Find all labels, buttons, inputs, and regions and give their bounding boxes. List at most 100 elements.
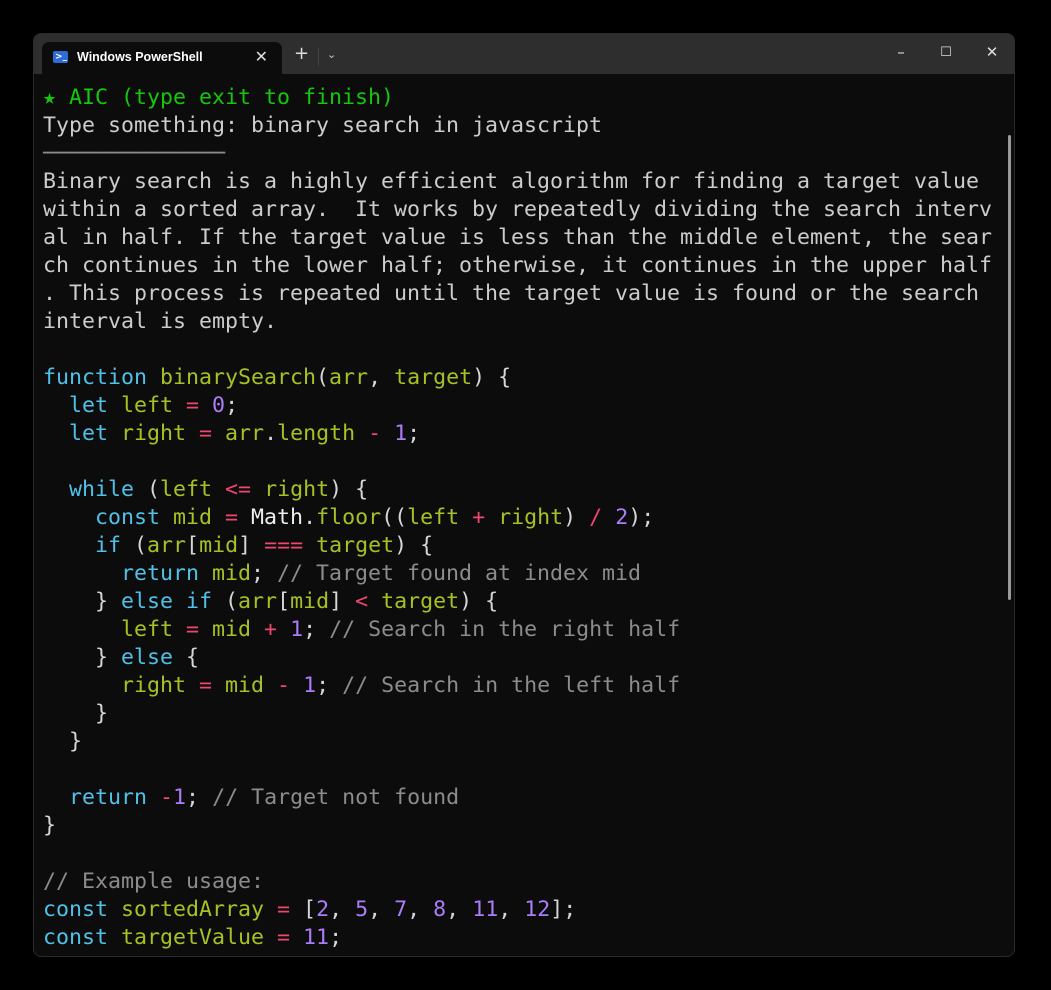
code-token: right — [264, 477, 330, 502]
tab-windows-powershell[interactable]: >_ Windows PowerShell ✕ — [42, 42, 282, 74]
code-token: } — [43, 645, 122, 670]
terminal-line: if (arr[mid] === target) { — [43, 532, 992, 560]
code-token: 2 — [316, 897, 330, 922]
code-token: mid — [225, 673, 278, 698]
code-token: ; — [303, 617, 330, 642]
code-token: 1 — [173, 785, 187, 810]
code-token: right — [121, 421, 200, 446]
code-token: mid — [290, 589, 330, 614]
code-token: target — [316, 533, 395, 558]
code-token: ( — [134, 533, 148, 558]
code-token: mid — [173, 505, 226, 530]
code-token: sortedArray — [121, 897, 278, 922]
code-token: ; — [329, 925, 343, 950]
code-token: , — [368, 897, 395, 922]
code-token: = — [199, 673, 226, 698]
code-token: ( — [225, 589, 239, 614]
code-token: } — [43, 729, 83, 754]
minimize-button[interactable]: – — [886, 43, 916, 61]
code-token: 12 — [524, 897, 551, 922]
terminal-line: return -1; // Target not found — [43, 784, 992, 812]
close-button[interactable]: ✕ — [977, 43, 1007, 61]
code-token: Math — [251, 505, 304, 530]
code-token: + — [472, 505, 499, 530]
code-token: ( — [147, 477, 161, 502]
code-token: Binary search is a highly efficient algo… — [43, 169, 980, 194]
code-token: } — [43, 589, 122, 614]
code-token: ( — [316, 365, 330, 390]
code-token: (( — [381, 505, 408, 530]
terminal-output[interactable]: ★ AIC (type exit to finish) Type somethin… — [43, 84, 992, 952]
code-token: ]; — [550, 897, 577, 922]
code-token: ; — [316, 673, 343, 698]
terminal-line: function binarySearch(arr, target) { — [43, 364, 992, 392]
terminal-line: ch continues in the lower half; otherwis… — [43, 252, 992, 280]
scrollbar[interactable] — [1008, 135, 1011, 600]
terminal-line: const sortedArray = [2, 5, 7, 8, 11, 12]… — [43, 896, 992, 924]
code-token: = — [186, 617, 213, 642]
code-token: 8 — [433, 897, 447, 922]
code-token: left — [407, 505, 473, 530]
code-token: // Target not found — [212, 785, 460, 810]
code-token: ) { — [472, 365, 512, 390]
code-token: , — [368, 365, 395, 390]
terminal-line: const mid = Math.floor((left + right) / … — [43, 504, 992, 532]
code-token: if — [43, 533, 135, 558]
code-token: ; — [251, 561, 278, 586]
code-token: . — [303, 505, 317, 530]
divider — [318, 48, 319, 66]
code-token: ) — [563, 505, 590, 530]
code-token: = — [277, 897, 304, 922]
code-token: Type something: binary search in javascr… — [43, 113, 603, 138]
code-token: else — [121, 645, 187, 670]
code-token: [ — [277, 589, 291, 614]
code-token: 11 — [303, 925, 330, 950]
code-token: ★ AIC (type exit to finish) — [43, 85, 395, 110]
code-token: < — [355, 589, 382, 614]
code-token: - — [368, 421, 395, 446]
code-token: floor — [316, 505, 382, 530]
title-bar: >_ Windows PowerShell ✕ + ⌄ – ☐ ✕ — [34, 34, 1014, 74]
new-tab-button[interactable]: + — [294, 45, 309, 63]
code-token: [ — [186, 533, 200, 558]
code-token: const — [43, 505, 174, 530]
code-token: { — [186, 645, 200, 670]
code-token: let — [43, 421, 122, 446]
code-token: arr — [329, 365, 369, 390]
code-token: ) { — [329, 477, 369, 502]
terminal-line: // Example usage: — [43, 868, 992, 896]
code-token: ch continues in the lower half; otherwis… — [43, 253, 993, 278]
code-token: targetValue — [121, 925, 278, 950]
code-token: . — [264, 421, 278, 446]
chevron-down-icon[interactable]: ⌄ — [327, 48, 336, 61]
close-tab-icon[interactable]: ✕ — [255, 47, 268, 66]
code-token: - — [160, 785, 174, 810]
terminal-line: } — [43, 812, 992, 840]
terminal-line: left = mid + 1; // Search in the right h… — [43, 616, 992, 644]
code-token: , — [329, 897, 356, 922]
terminal-line: ────────────── — [43, 140, 992, 168]
code-token: - — [277, 673, 304, 698]
code-token: interval is empty. — [43, 309, 278, 334]
code-token: return — [43, 785, 161, 810]
code-token: mid — [199, 533, 239, 558]
code-token: left — [43, 617, 187, 642]
terminal-line: let left = 0; — [43, 392, 992, 420]
code-token: 7 — [394, 897, 408, 922]
maximize-button[interactable]: ☐ — [931, 45, 961, 60]
terminal-line: within a sorted array. It works by repea… — [43, 196, 992, 224]
code-token: ] — [329, 589, 356, 614]
powershell-icon: >_ — [53, 51, 68, 63]
terminal-window: >_ Windows PowerShell ✕ + ⌄ – ☐ ✕ ★ AIC … — [33, 33, 1015, 957]
code-token: left — [160, 477, 226, 502]
terminal-line: . This process is repeated until the tar… — [43, 280, 992, 308]
terminal-line: while (left <= right) { — [43, 476, 992, 504]
terminal-line: interval is empty. — [43, 308, 992, 336]
terminal-line: right = mid - 1; // Search in the left h… — [43, 672, 992, 700]
code-token: within a sorted array. It works by repea… — [43, 197, 993, 222]
code-token: ; — [407, 421, 421, 446]
